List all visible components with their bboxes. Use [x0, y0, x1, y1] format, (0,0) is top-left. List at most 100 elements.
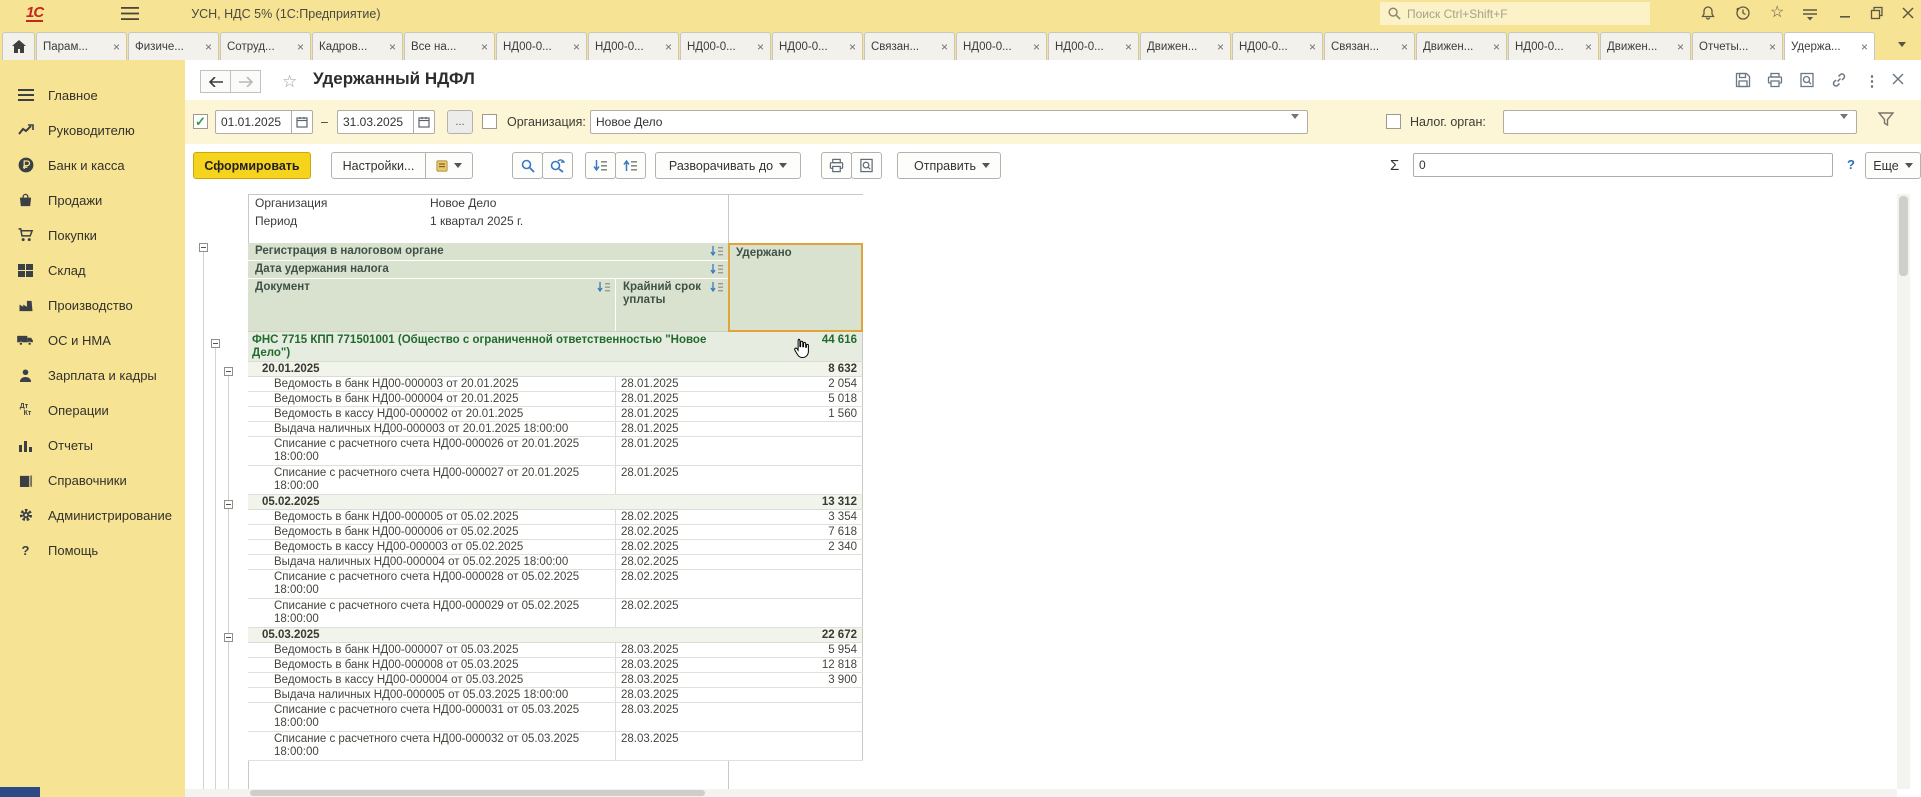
deadline-cell[interactable]: 28.03.2025: [615, 703, 728, 731]
doc-cell[interactable]: Выдача наличных НД00-000005 от 05.03.202…: [248, 688, 615, 702]
amount-cell[interactable]: 5 018: [728, 392, 863, 406]
tab-close-icon[interactable]: ×: [1033, 42, 1040, 52]
tab-close-icon[interactable]: ×: [1125, 42, 1132, 52]
sidebar-item-administrirovanie[interactable]: Администрирование: [0, 498, 185, 532]
doc-cell[interactable]: Списание с расчетного счета НД00-000028 …: [248, 570, 615, 598]
group-date-cell[interactable]: 05.02.2025: [248, 495, 728, 509]
amount-cell[interactable]: 2 054: [728, 377, 863, 391]
table-row[interactable]: Ведомость в банк НД00-000004 от 20.01.20…: [248, 392, 863, 407]
filter-funnel-icon[interactable]: [1878, 112, 1894, 127]
table-row[interactable]: Ведомость в кассу НД00-000003 от 05.02.2…: [248, 540, 863, 555]
doc-cell[interactable]: Списание с расчетного счета НД00-000027 …: [248, 466, 615, 494]
tab-close-icon[interactable]: ×: [205, 42, 212, 52]
tab-item[interactable]: Физиче...×: [128, 32, 219, 60]
sidebar-item-glavnoe[interactable]: Главное: [0, 78, 185, 112]
deadline-cell[interactable]: 28.03.2025: [615, 658, 728, 672]
table-row[interactable]: Ведомость в кассу НД00-000004 от 05.03.2…: [248, 673, 863, 688]
sort-icon[interactable]: [710, 246, 724, 257]
tab-item[interactable]: НД00-0...×: [956, 32, 1047, 60]
deadline-cell[interactable]: 28.02.2025: [615, 525, 728, 539]
favorites-star-icon[interactable]: ☆: [1770, 5, 1788, 23]
table-row[interactable]: Ведомость в банк НД00-000005 от 05.02.20…: [248, 510, 863, 525]
amount-cell[interactable]: [728, 466, 863, 494]
tab-close-icon[interactable]: ×: [1585, 42, 1592, 52]
amount-cell[interactable]: 1 560: [728, 407, 863, 421]
deadline-cell[interactable]: 28.01.2025: [615, 407, 728, 421]
expand-levels-button[interactable]: [615, 152, 646, 179]
sidebar-item-zarplata-i-kadry[interactable]: Зарплата и кадры: [0, 358, 185, 392]
doc-cell[interactable]: Ведомость в банк НД00-000005 от 05.02.20…: [248, 510, 615, 524]
group-row[interactable]: 05.02.2025 13 312: [248, 495, 863, 510]
org-filter-input[interactable]: [590, 110, 1308, 134]
table-row[interactable]: Списание с расчетного счета НД00-000026 …: [248, 437, 863, 466]
table-row[interactable]: Выдача наличных НД00-000003 от 20.01.202…: [248, 422, 863, 437]
doc-cell[interactable]: Ведомость в кассу НД00-000003 от 05.02.2…: [248, 540, 615, 554]
vertical-scrollbar-thumb[interactable]: [1899, 196, 1908, 276]
period-checkbox[interactable]: ✓: [193, 114, 208, 129]
deadline-cell[interactable]: 28.02.2025: [615, 510, 728, 524]
table-row[interactable]: Списание с расчетного счета НД00-000027 …: [248, 466, 863, 495]
doc-cell[interactable]: Ведомость в кассу НД00-000004 от 05.03.2…: [248, 673, 615, 687]
tab-close-icon[interactable]: ×: [1677, 42, 1684, 52]
tab-item[interactable]: Движен...×: [1416, 32, 1507, 60]
table-row[interactable]: Списание с расчетного счета НД00-000029 …: [248, 599, 863, 628]
favorite-star-icon[interactable]: ☆: [282, 72, 297, 92]
autosum-input[interactable]: [1413, 153, 1833, 177]
preview-button[interactable]: [851, 152, 882, 179]
tax-checkbox[interactable]: [1386, 114, 1401, 129]
save-icon[interactable]: [1735, 72, 1753, 90]
tab-close-icon[interactable]: ×: [757, 42, 764, 52]
table-row[interactable]: Ведомость в банк НД00-000008 от 05.03.20…: [248, 658, 863, 673]
tab-close-icon[interactable]: ×: [849, 42, 856, 52]
deadline-cell[interactable]: 28.03.2025: [615, 732, 728, 760]
deadline-cell[interactable]: 28.02.2025: [615, 540, 728, 554]
print-icon[interactable]: [1767, 72, 1785, 90]
sort-icon[interactable]: [710, 264, 724, 275]
date-to-calendar-icon[interactable]: [413, 110, 435, 134]
table-row[interactable]: Списание с расчетного счета НД00-000031 …: [248, 703, 863, 732]
tab-close-icon[interactable]: ×: [941, 42, 948, 52]
tab-close-icon[interactable]: ×: [1217, 42, 1224, 52]
tab-overflow-button[interactable]: [1891, 35, 1913, 53]
amount-cell[interactable]: [728, 570, 863, 598]
service-menu-icon[interactable]: [1802, 5, 1820, 23]
sidebar-item-pomosch[interactable]: ? Помощь: [0, 533, 185, 567]
horizontal-scrollbar[interactable]: [185, 789, 1897, 797]
org-checkbox[interactable]: [482, 114, 497, 129]
report-variants-button[interactable]: [425, 152, 473, 179]
tab-item[interactable]: Отчеты...×: [1692, 32, 1783, 60]
restore-window-icon[interactable]: [1869, 5, 1887, 23]
forward-button[interactable]: [230, 70, 261, 93]
deadline-cell[interactable]: 28.01.2025: [615, 377, 728, 391]
tab-close-icon[interactable]: ×: [1769, 42, 1776, 52]
close-window-icon[interactable]: [1900, 5, 1918, 23]
collapse-group-toggle[interactable]: [224, 633, 233, 642]
deadline-cell[interactable]: 28.02.2025: [615, 570, 728, 598]
doc-cell[interactable]: Ведомость в банк НД00-000004 от 20.01.20…: [248, 392, 615, 406]
fns-label-cell[interactable]: ФНС 7715 КПП 771501001 (Общество с огран…: [248, 332, 728, 361]
amount-cell[interactable]: 12 818: [728, 658, 863, 672]
amount-cell[interactable]: [728, 732, 863, 760]
amount-cell[interactable]: [728, 422, 863, 436]
tab-item[interactable]: Движен...×: [1140, 32, 1231, 60]
sidebar-item-rukovoditelyu[interactable]: Руководителю: [0, 113, 185, 147]
tab-item[interactable]: Связан...×: [1324, 32, 1415, 60]
table-row[interactable]: Списание с расчетного счета НД00-000032 …: [248, 732, 863, 761]
tab-item[interactable]: НД00-0...×: [680, 32, 771, 60]
deadline-cell[interactable]: 28.02.2025: [615, 555, 728, 569]
deadline-cell[interactable]: 28.02.2025: [615, 599, 728, 627]
deadline-cell[interactable]: 28.03.2025: [615, 643, 728, 657]
group-row[interactable]: 20.01.2025 8 632: [248, 362, 863, 377]
print-button[interactable]: [821, 152, 852, 179]
sort-icon[interactable]: [597, 282, 611, 293]
collapse-fns-toggle[interactable]: [211, 339, 220, 348]
table-row[interactable]: Выдача наличных НД00-000004 от 05.02.202…: [248, 555, 863, 570]
amount-cell[interactable]: 3 354: [728, 510, 863, 524]
tab-home[interactable]: [2, 32, 35, 60]
sort-icon[interactable]: [710, 282, 724, 293]
table-row[interactable]: Выдача наличных НД00-000005 от 05.03.202…: [248, 688, 863, 703]
global-search[interactable]: Поиск Ctrl+Shift+F: [1380, 2, 1650, 25]
sidebar-item-operacii[interactable]: Дт Кт Операции: [0, 393, 185, 427]
group-row[interactable]: 05.03.2025 22 672: [248, 628, 863, 643]
sidebar-item-sklad[interactable]: Склад: [0, 253, 185, 287]
